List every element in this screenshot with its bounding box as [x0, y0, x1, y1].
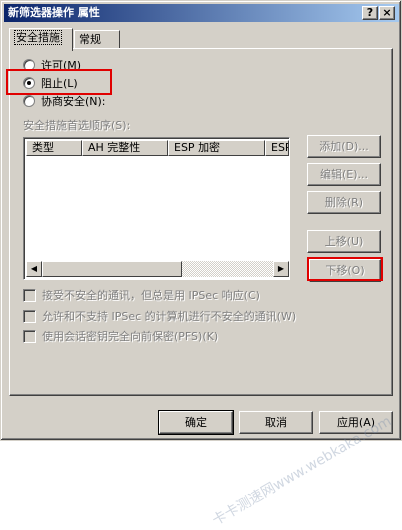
- tab-security-methods-label: 安全措施: [14, 30, 62, 45]
- column-esp-encryption[interactable]: ESP 加密: [168, 140, 265, 156]
- security-methods-list[interactable]: 类型 AH 完整性 ESP 加密 ESP ◀ ▶: [23, 137, 290, 280]
- properties-dialog: 新筛选器操作 属性 ? × 安全措施 常规 许可(M) 阻止(L) 协商安全(N…: [0, 0, 402, 529]
- delete-button[interactable]: 删除(R): [307, 191, 381, 214]
- radio-negotiate-circle[interactable]: [23, 95, 35, 107]
- edit-button[interactable]: 编辑(E)...: [307, 163, 381, 186]
- help-button[interactable]: ?: [362, 6, 378, 20]
- tab-general-label: 常规: [79, 33, 101, 46]
- checkbox-allow-fallback[interactable]: 允许和不支持 IPSec 的计算机进行不安全的通讯(W): [23, 308, 296, 324]
- checkbox-allow-fallback-label: 允许和不支持 IPSec 的计算机进行不安全的通讯(W): [42, 310, 297, 323]
- checkbox-allow-fallback-box[interactable]: [23, 309, 36, 323]
- radio-negotiate[interactable]: 协商安全(N):: [23, 93, 106, 109]
- checkbox-accept-unsecured-label: 接受不安全的通讯，但总是用 IPSec 响应(C): [42, 289, 260, 302]
- annotation-highlight-move-down: [307, 257, 383, 281]
- scroll-left-icon[interactable]: ◀: [26, 261, 42, 277]
- close-button[interactable]: ×: [379, 6, 395, 20]
- window-title: 新筛选器操作 属性: [8, 6, 100, 19]
- title-bar: 新筛选器操作 属性 ? ×: [4, 4, 399, 22]
- column-esp[interactable]: ESP: [265, 140, 289, 156]
- horizontal-scrollbar[interactable]: ◀ ▶: [26, 261, 289, 277]
- scroll-right-icon[interactable]: ▶: [273, 261, 289, 277]
- list-header: 类型 AH 完整性 ESP 加密 ESP: [26, 140, 289, 156]
- add-button[interactable]: 添加(D)...: [307, 135, 381, 158]
- checkbox-pfs[interactable]: 使用会话密钥完全向前保密(PFS)(K): [23, 328, 218, 344]
- column-type[interactable]: 类型: [26, 140, 82, 156]
- list-caption: 安全措施首选顺序(S):: [23, 119, 131, 132]
- checkbox-pfs-label: 使用会话密钥完全向前保密(PFS)(K): [42, 330, 219, 343]
- checkbox-pfs-box[interactable]: [23, 329, 36, 343]
- radio-negotiate-label: 协商安全(N):: [41, 95, 106, 108]
- tab-general[interactable]: 常规: [74, 30, 120, 49]
- checkbox-accept-unsecured[interactable]: 接受不安全的通讯，但总是用 IPSec 响应(C): [23, 287, 260, 303]
- checkbox-accept-unsecured-box[interactable]: [23, 288, 36, 302]
- column-ah-integrity[interactable]: AH 完整性: [82, 140, 168, 156]
- annotation-highlight-block: [6, 69, 112, 95]
- scroll-thumb[interactable]: [42, 261, 182, 277]
- ok-button[interactable]: 确定: [158, 410, 234, 435]
- tab-security-methods[interactable]: 安全措施: [9, 28, 73, 51]
- move-up-button[interactable]: 上移(U): [307, 230, 381, 253]
- cancel-button[interactable]: 取消: [239, 411, 313, 434]
